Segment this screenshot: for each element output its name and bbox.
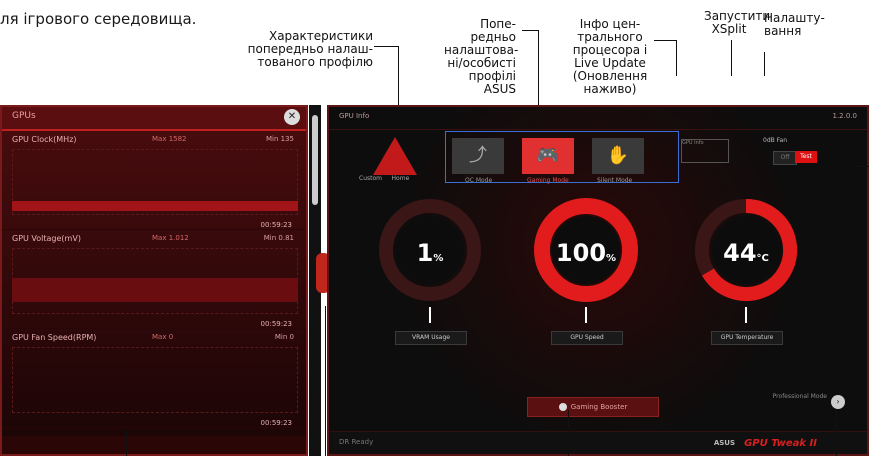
graph-area — [12, 347, 298, 413]
monitor-header: GPUs ✕ — [2, 107, 306, 131]
graph-min: Min 135 — [265, 135, 294, 143]
gpu-speed-label: GPU Speed — [551, 331, 623, 345]
gpu-speed-value: 100% — [555, 239, 617, 267]
vram-value: 1% — [416, 239, 444, 267]
gauge-tick — [429, 307, 431, 323]
gpu-info-label: GPU Info — [682, 140, 704, 146]
rog-logo-icon[interactable] — [373, 137, 417, 175]
graph-value: Max 0 — [152, 333, 174, 341]
logo-labels: Custom Home — [359, 175, 409, 182]
gaming-booster-button[interactable]: Gaming Booster — [527, 397, 659, 417]
gauge-tick — [585, 307, 587, 323]
vram-gauge: 1% VRAM Usage — [375, 195, 485, 345]
hand-icon: ✋ — [606, 145, 630, 166]
oc-mode-icon: ⤴ — [469, 145, 487, 166]
gamepad-icon: 🎮 — [536, 145, 560, 166]
gpu-temp-label: GPU Temperature — [711, 331, 783, 345]
monitor-panel: GPUs ✕ GPU Clock(MHz) Max 1582 Min 135 0… — [0, 105, 308, 456]
bottom-left-label: DR Ready — [339, 438, 374, 446]
professional-mode-label: Professional Mode — [772, 393, 827, 400]
gaming-mode-label: Gaming Mode — [527, 177, 569, 184]
graph-value: Max 1.012 — [152, 234, 189, 242]
silent-mode-label: Silent Mode — [597, 177, 633, 184]
callout-line — [731, 40, 732, 76]
gpu-info-button[interactable]: GPU Info — [681, 139, 729, 163]
graph-min: Min 0 — [274, 333, 294, 341]
graph-line — [12, 278, 298, 302]
gpu-tweak-window: GPUs ✕ GPU Clock(MHz) Max 1582 Min 135 0… — [0, 105, 869, 456]
monitor-title: GPUs — [12, 111, 36, 121]
callout-line — [325, 306, 326, 456]
custom-label: Custom — [359, 175, 382, 182]
settings-icon[interactable]: › — [831, 395, 845, 409]
gpu-temp-value: 44°C — [723, 239, 769, 267]
callout-xsplit: Запустити XSplit — [704, 9, 771, 36]
oc-mode-label: OC Mode — [465, 177, 493, 184]
gauge-tick — [745, 307, 747, 323]
main-panel: GPU Info 1.2.0.0 Custom Home ⤴ 🎮 ✋ OC Mo… — [327, 105, 869, 456]
monitor-graph: GPU Voltage(mV) Max 1.012 Min 0.81 00:59… — [2, 230, 306, 329]
fan-toggle-panel: 0dB Fan Off Test — [763, 137, 833, 173]
callout-line — [126, 430, 127, 456]
graph-time: 00:59:23 — [260, 419, 292, 427]
callout-line — [374, 46, 398, 47]
vram-label: VRAM Usage — [395, 331, 467, 345]
main-header: GPU Info 1.2.0.0 — [329, 107, 867, 130]
graph-title: GPU Voltage(mV) — [12, 234, 81, 243]
callout-line — [764, 52, 765, 76]
graph-time: 00:59:23 — [260, 320, 292, 328]
callout-settings: Налашту-вання — [764, 11, 825, 38]
callout-preset-profiles: Попе-редньо налаштова-ні/особисті профіл… — [444, 17, 519, 96]
fan-test-button[interactable]: Test — [795, 151, 817, 163]
callout-line — [676, 40, 677, 76]
monitor-footer — [2, 436, 306, 454]
main-header-title: GPU Info — [339, 112, 370, 120]
callout-line — [654, 40, 676, 41]
fan-off-button[interactable]: Off — [773, 151, 797, 165]
profile-mode-selector: ⤴ 🎮 ✋ — [445, 131, 679, 183]
graph-title: GPU Clock(MHz) — [12, 135, 77, 144]
gpu-temp-gauge: 44°C GPU Temperature — [691, 195, 801, 345]
callout-line — [568, 410, 569, 456]
version-label: 1.2.0.0 — [832, 112, 858, 120]
fan-toggle-title: 0dB Fan — [763, 137, 788, 144]
gpu-speed-gauge: 100% GPU Speed — [531, 195, 641, 345]
bottom-bar: DR Ready ASUS GPU Tweak II — [329, 431, 867, 454]
gaming-mode-button[interactable]: 🎮 — [522, 138, 574, 174]
home-label: Home — [391, 175, 410, 182]
scrollbar-thumb[interactable] — [312, 115, 318, 205]
callout-line — [522, 30, 538, 31]
close-icon[interactable]: ✕ — [284, 109, 300, 125]
callout-line — [398, 46, 399, 106]
document-text-line: ля ігрового середовища. — [0, 10, 197, 28]
oc-mode-button[interactable]: ⤴ — [452, 138, 504, 174]
graph-min: Min 0.81 — [263, 234, 294, 242]
power-icon — [558, 403, 567, 411]
graph-time: 00:59:23 — [260, 221, 292, 229]
callout-cpu-info: Інфо цен-трального процесора і Live Upda… — [572, 17, 648, 96]
monitor-graph: GPU Clock(MHz) Max 1582 Min 135 00:59:23 — [2, 131, 306, 230]
graph-value: Max 1582 — [152, 135, 187, 143]
silent-mode-button[interactable]: ✋ — [592, 138, 644, 174]
callout-line — [852, 166, 869, 167]
asus-logo: ASUS — [713, 439, 735, 447]
gpu-tweak-brand: GPU Tweak II — [744, 438, 817, 449]
callout-profile-characteristics: Характеристики попередньо налаш-тованого… — [247, 29, 373, 69]
callout-line — [836, 410, 837, 456]
graph-title: GPU Fan Speed(RPM) — [12, 333, 97, 342]
graph-line — [12, 201, 298, 211]
monitor-graph: GPU Fan Speed(RPM) Max 0 Min 0 00:59:23 — [2, 329, 306, 428]
